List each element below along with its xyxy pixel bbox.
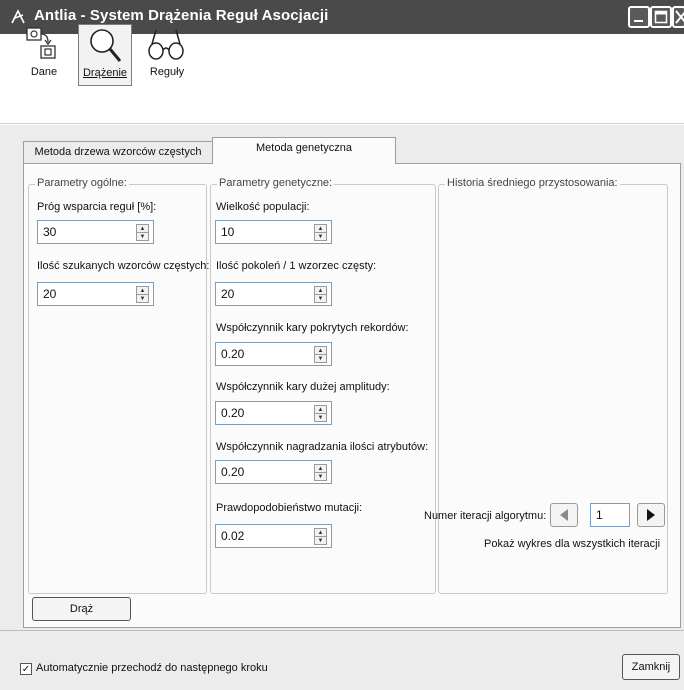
run-button[interactable]: Drąż [32, 597, 131, 621]
tab-tree-method-label: Metoda drzewa wzorców częstych [34, 146, 202, 158]
generations-spinner[interactable]: 20 ▲ ▼ [215, 282, 332, 306]
spin-down-icon[interactable]: ▼ [315, 233, 326, 241]
amplitude-penalty-value: 0.20 [221, 406, 245, 420]
spinner-arrows[interactable]: ▲ ▼ [314, 464, 327, 481]
attributes-reward-label: Współczynnik nagradzania ilości atrybutó… [216, 441, 429, 453]
spinner-arrows[interactable]: ▲ ▼ [136, 286, 149, 303]
spin-up-icon[interactable]: ▲ [137, 225, 148, 233]
patterns-count-spinner[interactable]: 20 ▲ ▼ [37, 282, 154, 306]
prev-iteration-button[interactable] [550, 503, 578, 527]
toolbar-dane-button[interactable]: Dane [17, 24, 71, 86]
app-icon [11, 9, 25, 24]
mutation-probability-label: Prawdopodobieństwo mutacji: [216, 502, 363, 514]
data-icon [26, 27, 56, 59]
attributes-reward-value: 0.20 [221, 465, 245, 479]
spin-down-icon[interactable]: ▼ [315, 355, 326, 363]
mutation-probability-value: 0.02 [221, 529, 245, 543]
patterns-count-label: Ilość szukanych wzorców częstych: [37, 260, 210, 272]
mutation-probability-spinner[interactable]: 0.02 ▲ ▼ [215, 524, 332, 548]
tab-page: Parametry ogólne: Próg wsparcia reguł [%… [23, 163, 681, 628]
checkmark-icon: ✓ [21, 664, 31, 675]
history-group: Historia średniego przystosowania: [438, 177, 668, 594]
window-title: Antlia - System Drążenia Reguł Asocjacji [34, 7, 329, 24]
tab-genetic-method-label: Metoda genetyczna [255, 142, 352, 154]
genetic-params-legend: Parametry genetyczne: [217, 177, 335, 189]
bottom-bar [0, 630, 684, 690]
spinner-arrows[interactable]: ▲ ▼ [314, 286, 327, 303]
iteration-number-value: 1 [596, 508, 603, 522]
glasses-icon [148, 29, 184, 60]
iteration-number-field[interactable]: 1 [590, 503, 630, 527]
spin-down-icon[interactable]: ▼ [137, 233, 148, 241]
maximize-button[interactable] [650, 6, 672, 28]
toolbar-reguly-button[interactable]: Reguły [140, 24, 194, 86]
minimize-icon [634, 20, 643, 22]
magnifier-icon [90, 29, 122, 62]
spin-up-icon[interactable]: ▲ [315, 287, 326, 295]
covered-records-penalty-value: 0.20 [221, 347, 245, 361]
toolbar-dane-label: Dane [30, 66, 58, 78]
population-size-value: 10 [221, 225, 235, 239]
spinner-arrows[interactable]: ▲ ▼ [314, 224, 327, 241]
toolbar-drazenie-label: Drążenie [82, 67, 128, 79]
support-threshold-value: 30 [43, 225, 57, 239]
run-button-label: Drąż [69, 603, 94, 615]
minimize-button[interactable] [628, 6, 650, 28]
spin-down-icon[interactable]: ▼ [315, 295, 326, 303]
spin-down-icon[interactable]: ▼ [137, 295, 148, 303]
spin-down-icon[interactable]: ▼ [315, 537, 326, 545]
amplitude-penalty-spinner[interactable]: 0.20 ▲ ▼ [215, 401, 332, 425]
spinner-arrows[interactable]: ▲ ▼ [314, 528, 327, 545]
tab-tree-method[interactable]: Metoda drzewa wzorców częstych [23, 141, 213, 163]
auto-next-label: Automatycznie przechodź do następnego kr… [36, 662, 268, 674]
population-size-label: Wielkość populacji: [216, 201, 310, 213]
auto-next-checkbox[interactable]: ✓ [20, 663, 32, 675]
generations-label: Ilość pokoleń / 1 wzorzec częsty: [216, 260, 377, 272]
arrow-left-icon [560, 509, 568, 521]
generations-value: 20 [221, 287, 235, 301]
general-params-legend: Parametry ogólne: [35, 177, 129, 189]
attributes-reward-spinner[interactable]: 0.20 ▲ ▼ [215, 460, 332, 484]
close-button[interactable]: Zamknij [622, 654, 680, 680]
spin-up-icon[interactable]: ▲ [315, 465, 326, 473]
toolbar-drazenie-button[interactable]: Drążenie [78, 24, 132, 86]
close-window-button[interactable] [672, 6, 684, 28]
iteration-label: Numer iteracji algorytmu: [424, 510, 547, 522]
spinner-arrows[interactable]: ▲ ▼ [136, 224, 149, 241]
toolbar-reguly-label: Reguły [149, 66, 185, 78]
close-icon [675, 10, 684, 24]
spin-down-icon[interactable]: ▼ [315, 414, 326, 422]
spin-up-icon[interactable]: ▲ [315, 529, 326, 537]
spinner-arrows[interactable]: ▲ ▼ [314, 405, 327, 422]
spin-up-icon[interactable]: ▲ [315, 347, 326, 355]
history-legend: Historia średniego przystosowania: [445, 177, 620, 189]
covered-records-penalty-label: Współczynnik kary pokrytych rekordów: [216, 322, 409, 334]
tab-genetic-method[interactable]: Metoda genetyczna [212, 137, 396, 164]
spin-up-icon[interactable]: ▲ [315, 225, 326, 233]
spinner-arrows[interactable]: ▲ ▼ [314, 346, 327, 363]
support-threshold-label: Próg wsparcia reguł [%]: [37, 201, 157, 213]
show-all-iterations-link[interactable]: Pokaż wykres dla wszystkich iteracji [484, 538, 660, 550]
arrow-right-icon [647, 509, 655, 521]
next-iteration-button[interactable] [637, 503, 665, 527]
population-size-spinner[interactable]: 10 ▲ ▼ [215, 220, 332, 244]
spin-up-icon[interactable]: ▲ [137, 287, 148, 295]
maximize-icon [654, 10, 668, 24]
spin-down-icon[interactable]: ▼ [315, 473, 326, 481]
spin-up-icon[interactable]: ▲ [315, 406, 326, 414]
patterns-count-value: 20 [43, 287, 57, 301]
amplitude-penalty-label: Współczynnik kary dużej amplitudy: [216, 381, 390, 393]
close-button-label: Zamknij [631, 661, 671, 673]
support-threshold-spinner[interactable]: 30 ▲ ▼ [37, 220, 154, 244]
covered-records-penalty-spinner[interactable]: 0.20 ▲ ▼ [215, 342, 332, 366]
general-params-group: Parametry ogólne: [28, 177, 207, 594]
